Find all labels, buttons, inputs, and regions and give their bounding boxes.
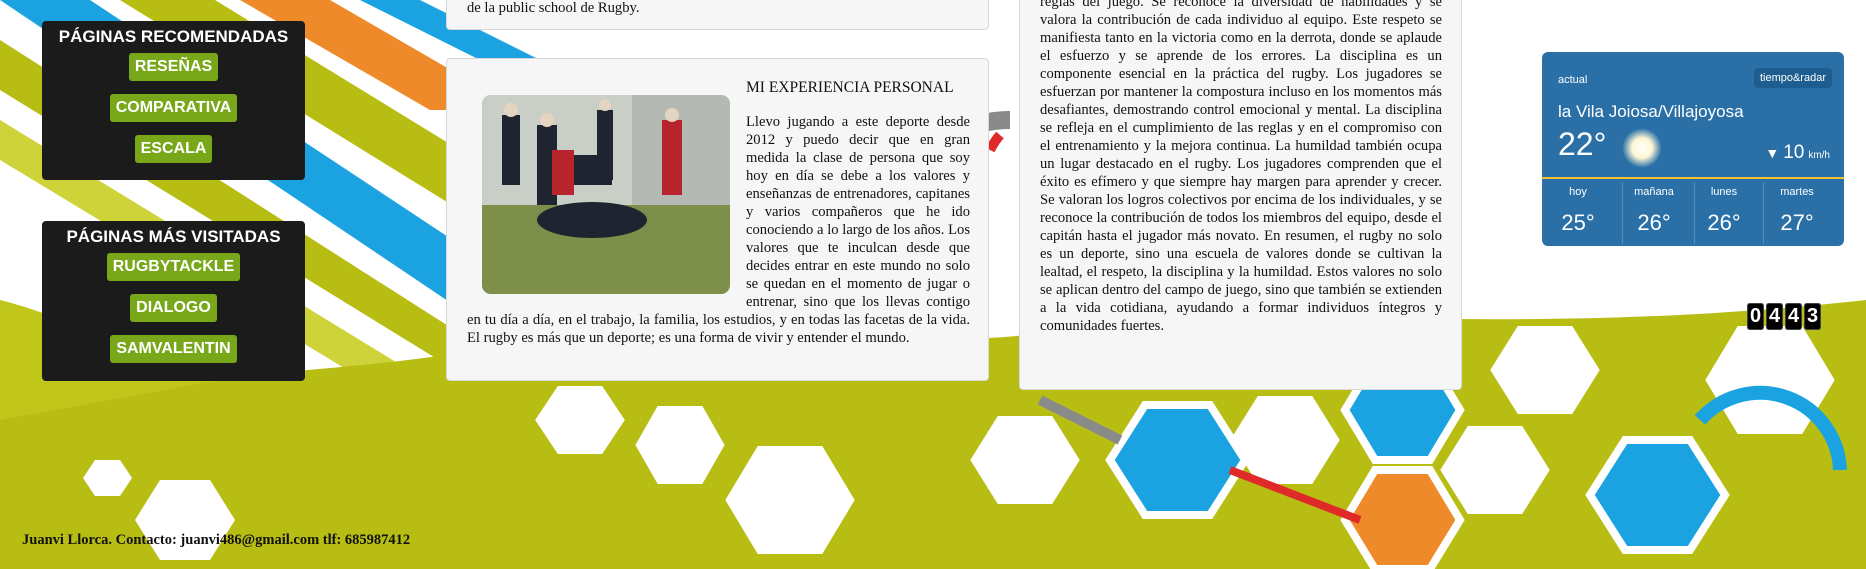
rugby-photo xyxy=(482,95,730,294)
forecast-separator xyxy=(1622,182,1623,244)
nav-button-comparativa[interactable]: COMPARATIVA xyxy=(109,94,238,122)
weather-current-label: actual xyxy=(1558,74,1588,86)
forecast-day: lunes 26° xyxy=(1694,186,1754,236)
counter-digit: 3 xyxy=(1804,303,1821,330)
weather-location: la Vila Joiosa/Villajoyosa xyxy=(1558,102,1744,121)
nav-button-dialogo[interactable]: DIALOGO xyxy=(130,294,217,322)
forecast-day: hoy 25° xyxy=(1548,186,1608,236)
counter-digit: 4 xyxy=(1785,303,1802,330)
recommended-pages-panel: PÁGINAS RECOMENDADAS RESEÑAS COMPARATIVA… xyxy=(42,21,305,180)
nav-button-samvalentin[interactable]: SAMVALENTIN xyxy=(110,335,237,363)
history-text: de la public school de Rugby. xyxy=(467,0,640,16)
visit-counter: 0 4 4 3 xyxy=(1747,303,1821,330)
contact-footer: Juanvi Llorca. Contacto: juanvi486@gmail… xyxy=(22,532,411,548)
weather-brand-badge[interactable]: tiempo&radar xyxy=(1753,68,1832,88)
nav-button-escala[interactable]: ESCALA xyxy=(134,135,213,163)
forecast-day-temp: 26° xyxy=(1707,210,1741,235)
sun-icon xyxy=(1622,128,1662,168)
values-text: reglas del juego. Se reconoce la diversi… xyxy=(1040,0,1442,334)
weather-divider xyxy=(1542,177,1844,179)
nav-button-rugbytackle[interactable]: RUGBYTACKLE xyxy=(106,253,241,281)
most-visited-title: PÁGINAS MÁS VISITADAS xyxy=(66,227,281,246)
forecast-day-name: mañana xyxy=(1634,186,1674,198)
weather-wind-speed: 10 xyxy=(1783,142,1805,163)
forecast-day-name: lunes xyxy=(1710,186,1738,198)
most-visited-panel: PÁGINAS MÁS VISITADAS RUGBYTACKLE DIALOG… xyxy=(42,221,305,381)
wind-arrow-icon: ▼ xyxy=(1765,145,1780,161)
recommended-pages-title: PÁGINAS RECOMENDADAS xyxy=(58,27,289,46)
weather-wind-unit: km/h xyxy=(1808,150,1830,161)
forecast-day-temp: 27° xyxy=(1780,210,1814,235)
weather-wind: ▼ 10 km/h xyxy=(1765,142,1830,164)
forecast-day: mañana 26° xyxy=(1624,186,1684,236)
forecast-separator xyxy=(1763,182,1764,244)
history-card: de la public school de Rugby. xyxy=(446,0,989,30)
values-card: reglas del juego. Se reconoce la diversi… xyxy=(1019,0,1462,390)
forecast-day: martes 27° xyxy=(1767,186,1827,236)
forecast-day-temp: 26° xyxy=(1637,210,1671,235)
weather-current-temp: 22° xyxy=(1558,126,1607,162)
counter-digit: 4 xyxy=(1766,303,1783,330)
nav-button-resenas[interactable]: RESEÑAS xyxy=(128,53,219,81)
forecast-day-name: martes xyxy=(1780,186,1814,198)
forecast-day-temp: 25° xyxy=(1561,210,1595,235)
experience-card: MI EXPERIENCIA PERSONAL Llevo jugando a … xyxy=(446,58,989,381)
forecast-day-name: hoy xyxy=(1569,186,1587,198)
counter-digit: 0 xyxy=(1747,303,1764,330)
weather-widget[interactable]: actual tiempo&radar la Vila Joiosa/Villa… xyxy=(1542,52,1844,246)
